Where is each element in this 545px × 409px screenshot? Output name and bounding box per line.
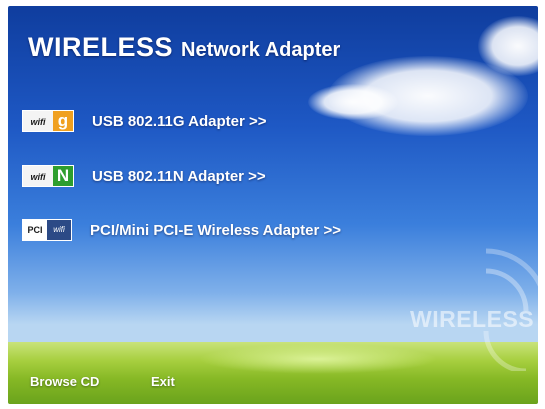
menu-item-label[interactable]: PCI/Mini PCI-E Wireless Adapter >> xyxy=(90,222,341,239)
badge-letter: N xyxy=(53,166,73,186)
grass-highlight xyxy=(198,344,438,374)
wifi-n-icon: wifi N xyxy=(22,165,74,187)
menu-item-label[interactable]: USB 802.11G Adapter >> xyxy=(92,113,267,130)
wireless-watermark: WIRELESS xyxy=(410,306,535,332)
app-title: WIRELESS Network Adapter xyxy=(28,32,340,63)
browse-cd-button[interactable]: Browse CD xyxy=(30,374,99,389)
wifi-g-icon: wifi g xyxy=(22,110,74,132)
pci-card-icon: PCI wifi xyxy=(22,219,72,241)
menu-item-usb-n[interactable]: wifi N USB 802.11N Adapter >> xyxy=(22,165,266,187)
menu-item-pci[interactable]: PCI wifi PCI/Mini PCI-E Wireless Adapter… xyxy=(22,219,341,241)
badge-wifi-text: wifi xyxy=(23,166,53,186)
title-sub: Network Adapter xyxy=(181,39,341,61)
cloud-small xyxy=(308,84,398,120)
badge-wifi-text: wifi xyxy=(23,111,53,131)
autorun-window: WIRELESS Network Adapter wifi g USB 802.1… xyxy=(8,6,538,404)
title-main: WIRELESS xyxy=(28,32,174,62)
badge-pci-text: PCI xyxy=(23,220,47,240)
menu-item-usb-g[interactable]: wifi g USB 802.11G Adapter >> xyxy=(22,110,267,132)
badge-pci-sub: wifi xyxy=(47,220,71,240)
exit-button[interactable]: Exit xyxy=(151,374,175,389)
badge-letter: g xyxy=(53,111,73,131)
menu-item-label[interactable]: USB 802.11N Adapter >> xyxy=(92,168,266,185)
wireless-waves-icon xyxy=(483,248,538,371)
